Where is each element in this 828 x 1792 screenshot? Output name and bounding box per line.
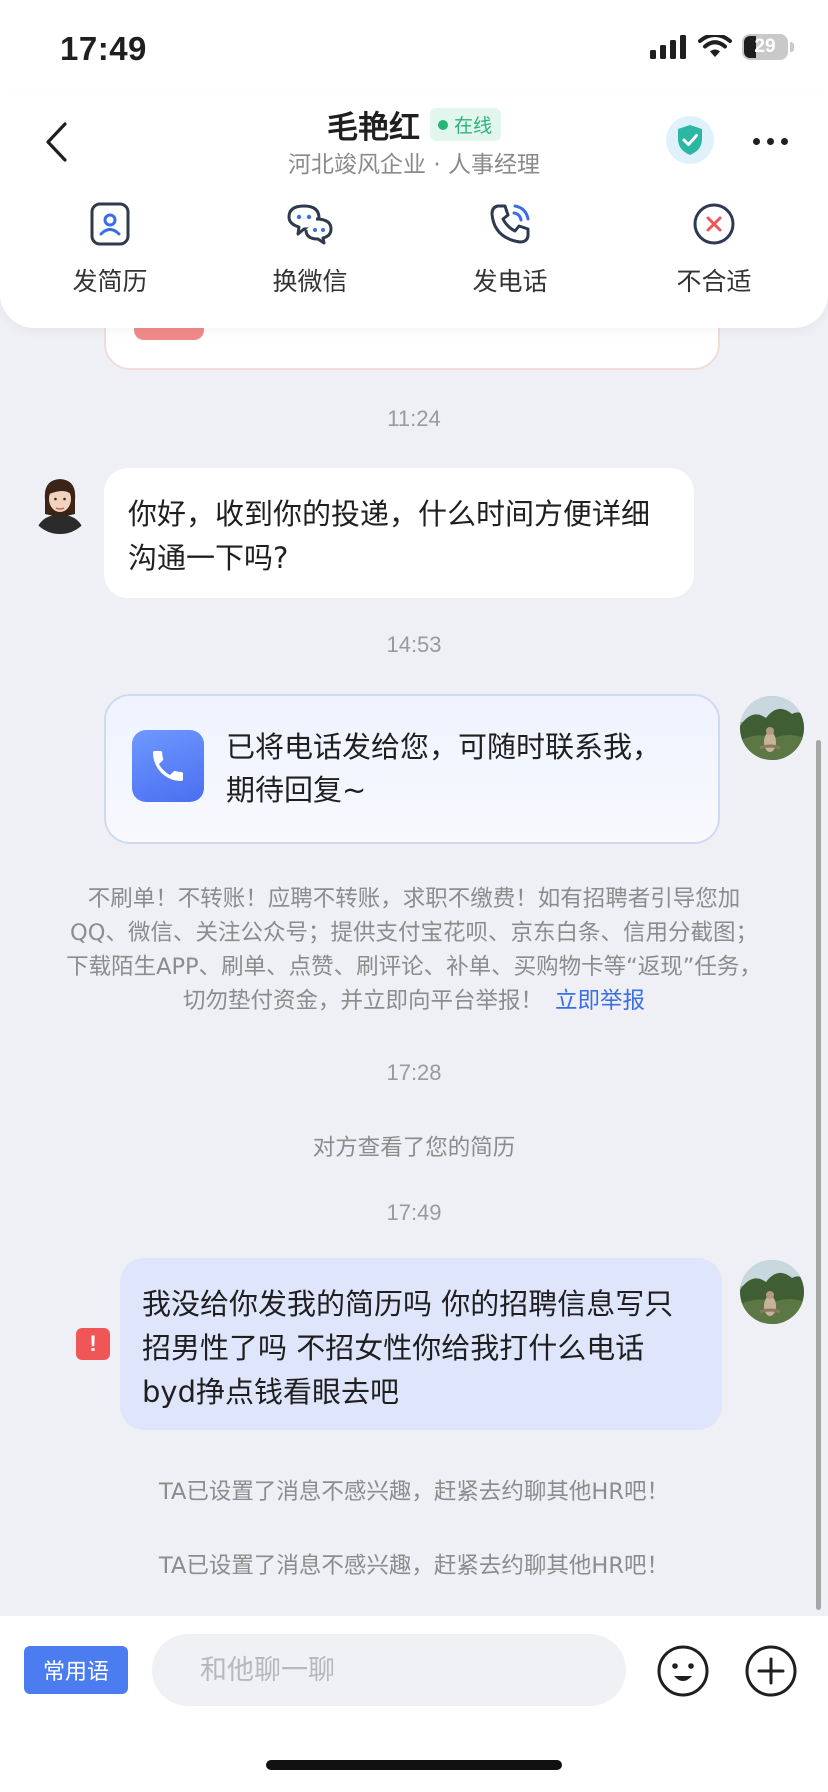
battery-percent: 29 (754, 36, 776, 57)
online-status-badge: 在线 (429, 108, 501, 141)
status-bar: 17:49 29 (0, 0, 828, 96)
user-avatar-image (740, 1260, 804, 1324)
more-options-button[interactable] (744, 126, 796, 156)
user-avatar[interactable] (740, 696, 804, 760)
send-failed-icon[interactable]: ! (76, 1328, 110, 1360)
common-phrases-button[interactable]: 常用语 (24, 1646, 128, 1694)
wechat-icon (286, 200, 334, 248)
timestamp: 17:49 (386, 1200, 442, 1225)
user-message-bubble[interactable]: 我没给你发我的简历吗 你的招聘信息写只招男性了吗 不招女性你给我打什么电话 by… (120, 1258, 722, 1430)
status-icons: 29 (650, 34, 794, 60)
phone-shared-card[interactable]: 已将电话发给您，可随时联系我，期待回复~ (104, 694, 720, 844)
plus-circle-icon (745, 1645, 797, 1697)
hr-message-bubble[interactable]: 你好，收到你的投递，什么时间方便详细沟通一下吗? (104, 468, 694, 598)
home-indicator (266, 1760, 562, 1770)
message-input[interactable] (152, 1634, 626, 1706)
action-label: 发电话 (472, 267, 548, 296)
quick-actions: 发简历 换微信 发电话 不合适 (0, 200, 828, 310)
system-note: TA已设置了消息不感兴趣，赶紧去约聊其他HR吧！ (159, 1553, 669, 1579)
hr-avatar-image (28, 470, 92, 534)
shield-check-icon (678, 125, 702, 155)
battery-cap (790, 42, 794, 52)
phone-icon (132, 730, 204, 802)
resume-icon (86, 200, 134, 248)
contact-name: 毛艳红 (326, 110, 420, 146)
close-circle-icon (690, 200, 738, 248)
hr-message-text: 你好，收到你的投递，什么时间方便详细沟通一下吗? (128, 497, 651, 575)
action-send-resume[interactable]: 发简历 (40, 200, 180, 298)
action-label: 换微信 (272, 267, 348, 296)
hr-avatar[interactable] (28, 470, 92, 534)
timestamp: 11:24 (387, 406, 441, 431)
timestamp: 17:28 (386, 1060, 442, 1085)
online-dot-icon (437, 119, 448, 130)
chat-header: 毛艳红 在线 河北竣风企业 · 人事经理 发简历 换微信 发电话 不合适 (0, 96, 828, 328)
wifi-icon (698, 35, 732, 57)
battery-icon: 29 (742, 34, 788, 60)
action-send-phone[interactable]: 发电话 (440, 200, 580, 298)
action-label: 不合适 (676, 267, 752, 296)
more-plus-button[interactable] (744, 1644, 798, 1698)
phone-card-text: 已将电话发给您，可随时联系我，期待回复~ (226, 730, 662, 807)
more-dot-icon (752, 137, 760, 145)
action-swap-wechat[interactable]: 换微信 (240, 200, 380, 298)
emoji-button[interactable] (656, 1644, 710, 1698)
timestamp: 14:53 (386, 632, 442, 657)
system-note: TA已设置了消息不感兴趣，赶紧去约聊其他HR吧！ (159, 1479, 669, 1505)
status-time: 17:49 (60, 30, 147, 67)
more-dot-icon (766, 137, 774, 145)
user-avatar-image (740, 696, 804, 760)
signal-icon (650, 35, 686, 59)
user-avatar[interactable] (740, 1260, 804, 1324)
user-message-text: 我没给你发我的简历吗 你的招聘信息写只招男性了吗 不招女性你给我打什么电话 by… (142, 1287, 674, 1409)
more-dot-icon (780, 137, 788, 145)
safety-shield-button[interactable] (666, 116, 714, 164)
action-label: 发简历 (72, 267, 148, 296)
emoji-icon (657, 1645, 709, 1697)
action-not-suitable[interactable]: 不合适 (644, 200, 784, 298)
report-link[interactable]: 立即举报 (555, 988, 645, 1014)
anti-fraud-warning: 不刷单！不转账！应聘不转账，求职不缴费！如有招聘者引导您加QQ、微信、关注公众号… (60, 882, 768, 1018)
online-status-label: 在线 (453, 115, 492, 137)
phone-icon (486, 200, 534, 248)
warning-text: 不刷单！不转账！应聘不转账，求职不缴费！如有招聘者引导您加QQ、微信、关注公众号… (66, 886, 762, 1014)
resume-viewed-note: 对方查看了您的简历 (312, 1135, 516, 1161)
chat-scrollbar[interactable] (816, 740, 821, 1610)
